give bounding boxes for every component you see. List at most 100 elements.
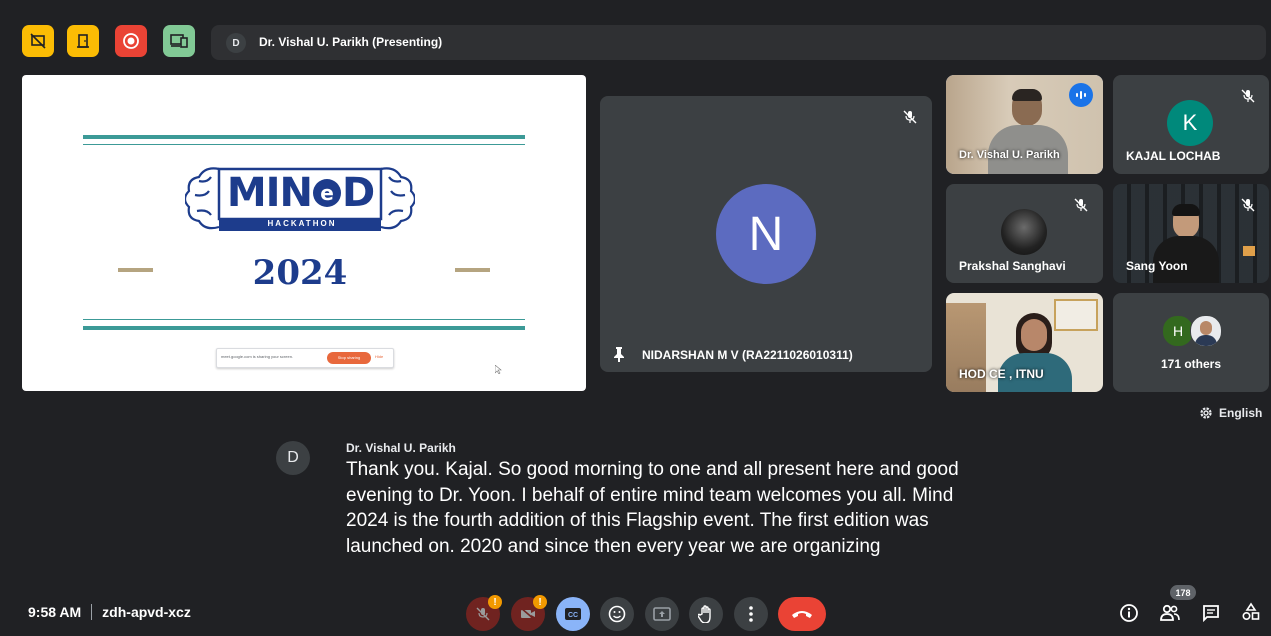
raise-hand-button[interactable] <box>689 597 723 631</box>
participant-tile-sang[interactable]: Sang Yoon <box>1113 184 1269 283</box>
caption-language-label: English <box>1219 406 1263 420</box>
mic-off-icon <box>476 607 490 621</box>
logo-text-e: e <box>320 181 334 205</box>
more-options-button[interactable] <box>734 597 768 631</box>
activities-shapes-icon[interactable] <box>1241 602 1261 622</box>
people-icon <box>1160 604 1180 621</box>
caption-text: Thank you. Kajal. So good morning to one… <box>346 457 959 559</box>
photo-body <box>1195 335 1217 346</box>
mic-off-icon <box>1241 198 1255 212</box>
video-hair <box>1012 89 1042 101</box>
activities-button[interactable] <box>22 25 54 57</box>
slide-left-dash <box>118 268 153 272</box>
pin-icon[interactable] <box>613 346 625 362</box>
caption-speaker-name: Dr. Vishal U. Parikh <box>346 441 456 455</box>
slide-year: 2024 <box>252 253 348 293</box>
mouse-cursor-icon <box>495 365 502 374</box>
avatar-k: K <box>1167 100 1213 146</box>
info-divider <box>91 604 93 620</box>
stop-sharing-button[interactable]: Stop sharing <box>327 352 371 364</box>
video-head <box>1021 319 1047 351</box>
tile-name-sang: Sang Yoon <box>1126 259 1188 273</box>
meeting-details-icon[interactable] <box>1119 603 1139 623</box>
participant-tile-others[interactable]: H 171 others <box>1113 293 1269 392</box>
caption-line: Thank you. Kajal. So good morning to one… <box>346 459 959 480</box>
tile-name-nidarshan: NIDARSHAN M V (RA2211026010311) <box>642 348 853 362</box>
caption-line: launched on. 2020 and since then every y… <box>346 535 881 557</box>
slide-top-rule <box>83 135 525 139</box>
tile-name-kajal: KAJAL LOCHAB <box>1126 149 1221 163</box>
caption-speaker-avatar: D <box>276 441 310 475</box>
presenter-initial: D <box>232 37 240 49</box>
captions-button[interactable]: CC <box>556 597 590 631</box>
meeting-info: 9:58 AM zdh-apvd-xcz <box>28 604 191 620</box>
caption-language-button[interactable]: English <box>1199 406 1262 420</box>
mic-warning-text: ! <box>493 596 497 608</box>
mic-off-icon <box>903 110 917 124</box>
record-icon <box>123 33 139 49</box>
mic-off-icon <box>1074 198 1088 212</box>
recording-button[interactable] <box>115 25 147 57</box>
companion-mode-button[interactable] <box>163 25 195 57</box>
slide-right-dash <box>455 268 490 272</box>
caption-line: 2024 is the fourth addition of this Flag… <box>346 510 929 531</box>
avatar-photo-prakshal <box>1001 209 1047 255</box>
avatar-n-letter: N <box>748 207 784 261</box>
participant-tile-vishal[interactable]: Dr. Vishal U. Parikh <box>946 75 1103 174</box>
hand-icon <box>698 605 711 623</box>
video-board <box>1054 299 1098 331</box>
participant-tile-prakshal[interactable]: Prakshal Sanghavi <box>946 184 1103 283</box>
logo-text-min: MIN <box>226 170 313 216</box>
participant-tile-kajal[interactable]: K KAJAL LOCHAB <box>1113 75 1269 174</box>
share-notice-text: meet.google.com is sharing your screen. <box>221 354 294 359</box>
camera-off-icon <box>520 607 536 621</box>
leave-call-button[interactable] <box>778 597 826 631</box>
photo-face <box>1200 321 1212 335</box>
clock-time: 9:58 AM <box>28 604 82 620</box>
mic-warning-badge: ! <box>488 595 502 609</box>
presenter-text: Dr. Vishal U. Parikh (Presenting) <box>259 35 443 49</box>
present-button[interactable] <box>645 597 679 631</box>
reactions-button[interactable] <box>600 597 634 631</box>
avatar-photo-other <box>1190 315 1222 347</box>
emoji-icon <box>608 605 626 623</box>
caption-line: evening to Dr. Yoon. I behalf of entire … <box>346 484 954 506</box>
participant-tile-nidarshan[interactable]: N NIDARSHAN M V (RA2211026010311) <box>600 96 932 372</box>
gear-icon <box>1200 407 1212 419</box>
hide-link[interactable]: Hide <box>375 354 383 359</box>
people-count-badge: 178 <box>1170 585 1196 600</box>
slide-bottom-rule <box>83 326 525 330</box>
speaking-indicator <box>1069 83 1093 107</box>
video-hair <box>1172 204 1200 216</box>
others-count-label: 171 others <box>1160 357 1222 371</box>
logo-wordmark: MIN e D <box>224 170 378 216</box>
logo-subtitle: HACKATHON <box>267 219 337 228</box>
no-screen-icon <box>30 33 46 49</box>
door-icon <box>77 34 89 48</box>
camera-warning-badge: ! <box>533 595 547 609</box>
end-call-icon <box>792 611 812 618</box>
audio-level-icon <box>1076 91 1086 99</box>
caption-speaker-initial: D <box>287 449 299 466</box>
participant-tile-hod[interactable]: HOD CE , ITNU <box>946 293 1103 392</box>
avatar-h-letter: H <box>1172 323 1184 339</box>
mic-off-icon <box>1241 89 1255 103</box>
closed-captions-icon: CC <box>565 608 581 620</box>
logo-text-d: D <box>341 170 376 216</box>
logo-e-badge: e <box>312 179 341 207</box>
people-button[interactable] <box>1158 600 1182 624</box>
video-lamp <box>1243 246 1255 256</box>
slide-top-rule-thin <box>83 144 525 145</box>
avatar-k-letter: K <box>1182 110 1198 135</box>
presenter-avatar: D <box>226 33 246 53</box>
door-exit-button[interactable] <box>67 25 99 57</box>
chat-icon[interactable] <box>1201 603 1221 623</box>
slide-bottom-rule-thin <box>83 319 525 320</box>
meeting-code: zdh-apvd-xcz <box>102 604 191 620</box>
camera-warning-text: ! <box>538 596 542 608</box>
presenter-banner: D Dr. Vishal U. Parikh (Presenting) <box>211 25 1266 60</box>
tile-name-prakshal: Prakshal Sanghavi <box>959 259 1066 273</box>
more-vert-icon <box>749 606 753 622</box>
share-notice-bar: meet.google.com is sharing your screen. … <box>216 348 394 368</box>
tile-name-vishal: Dr. Vishal U. Parikh <box>959 149 1060 161</box>
